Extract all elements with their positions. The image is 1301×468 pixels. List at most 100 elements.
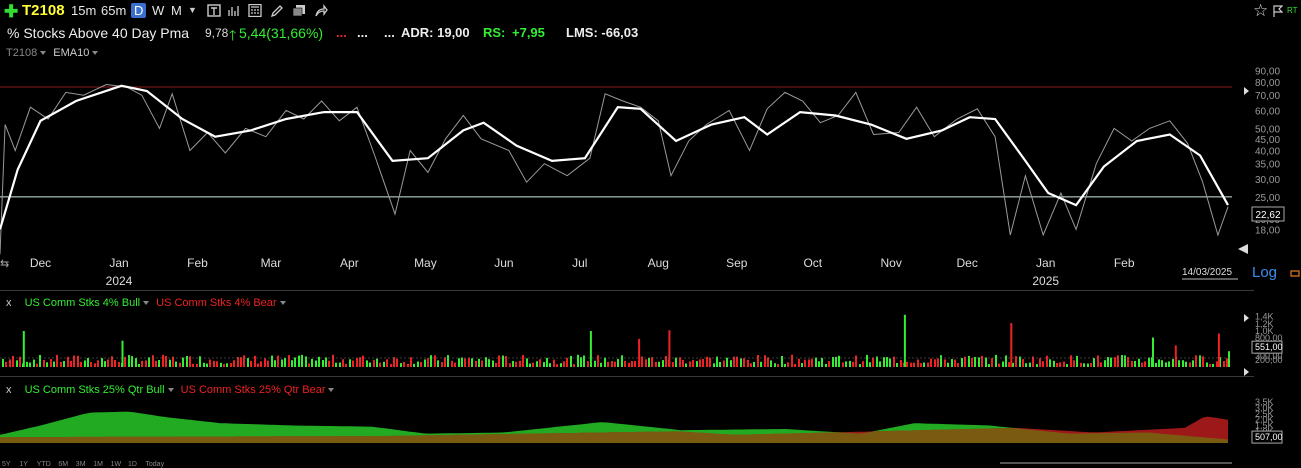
time-range-button[interactable]: 1Y <box>19 461 28 468</box>
axis-settings-icon[interactable]: ⇆ <box>0 258 9 270</box>
share-arrow-icon[interactable] <box>314 4 328 17</box>
pencil-draw-icon[interactable] <box>270 4 284 17</box>
main-y-tick-label: 40,00 <box>1255 147 1280 158</box>
bear-bar <box>910 362 912 367</box>
bear-bar <box>791 354 793 367</box>
bull-bar <box>1155 362 1157 367</box>
t2108-price-series-line <box>0 83 1229 255</box>
bull-bear-25pct-area-chart[interactable]: 3,5K3,0K2,5K2,0K1,5K1,0K507,00 5Y 1Y YTD 6M… <box>0 377 1301 468</box>
bear-bar <box>475 361 477 367</box>
flag-icon[interactable] <box>1273 5 1283 17</box>
bull-bar <box>376 358 378 367</box>
bull-bar <box>46 362 48 367</box>
bull-bar <box>951 359 953 367</box>
bear-bar <box>954 359 956 367</box>
main-x-tick-label: Jun <box>494 256 513 270</box>
price-marker-top-icon <box>1244 87 1249 95</box>
bear-bar <box>743 358 745 367</box>
time-range-button[interactable]: 1D <box>128 461 137 468</box>
bear-bar <box>393 357 395 367</box>
bull-bar <box>662 360 664 367</box>
bear-bar <box>597 355 599 367</box>
bear-bar <box>794 363 796 367</box>
bull-bar <box>621 355 623 367</box>
bull-bar <box>182 357 184 367</box>
bull-bar <box>437 360 439 367</box>
chart-style-icon[interactable] <box>207 4 221 17</box>
bear-bar <box>672 362 674 367</box>
bear-bar <box>723 360 725 367</box>
bear-bar <box>5 361 7 367</box>
time-range-button[interactable]: 1M <box>93 461 103 468</box>
favorite-star-icon[interactable]: ☆ <box>1253 1 1268 21</box>
bull-bar <box>923 362 925 367</box>
bull-bar <box>1134 360 1136 367</box>
bear-bar <box>1195 355 1197 367</box>
timeframe-monthly[interactable]: M <box>171 3 182 18</box>
bull-bar <box>1076 355 1078 367</box>
last-value-label: 22,62 <box>1255 210 1280 221</box>
bear-bar <box>155 360 157 367</box>
bear-bar <box>702 359 704 367</box>
bull-bar <box>947 362 949 367</box>
bear-bar <box>444 357 446 367</box>
layers-icon[interactable] <box>292 4 306 17</box>
bear-bar <box>505 356 507 367</box>
main-x-tick-label: Jan <box>1036 256 1055 270</box>
bull-bar <box>301 354 303 367</box>
main-x-tick-label: Apr <box>340 256 359 270</box>
time-range-button[interactable]: Today <box>145 461 164 468</box>
main-price-chart[interactable]: 90,0080,00 70,00 60,00 50,0045,0040,00 35,00… <box>0 41 1301 291</box>
bear-bar <box>1223 361 1225 367</box>
bull-bar <box>1172 359 1174 367</box>
bull-bar <box>760 361 762 367</box>
timeframe-weekly[interactable]: W <box>152 3 164 18</box>
bear-bar <box>427 358 429 367</box>
bear-bar <box>410 357 412 367</box>
timeframe-65m[interactable]: 65m <box>101 3 126 18</box>
toolbar: ✚ T2108 15m 65m D W M ▼ ☆ RT <box>0 0 1301 22</box>
time-range-button[interactable]: 6M <box>58 461 68 468</box>
timeframe-dropdown-chevron-icon[interactable]: ▼ <box>188 5 197 15</box>
bull-bar <box>719 362 721 367</box>
bar-chart-icon[interactable] <box>227 4 241 17</box>
symbol-name[interactable]: T2108 <box>22 2 65 19</box>
timeframe-daily[interactable]: D <box>131 3 147 18</box>
bear-bar <box>114 360 116 367</box>
bear-bar <box>179 362 181 367</box>
bull-bar <box>33 359 35 367</box>
orange-corner-icon[interactable] <box>1290 270 1300 277</box>
bear-bar <box>563 361 565 367</box>
bull-bar <box>740 358 742 367</box>
bull-bar <box>492 360 494 367</box>
bull-bar <box>1192 360 1194 367</box>
calculator-icon[interactable] <box>248 4 262 17</box>
log-scale-toggle[interactable]: Log <box>1252 264 1277 281</box>
bull-bar <box>369 362 371 367</box>
bear-bar <box>118 361 120 367</box>
bear-bar <box>787 362 789 367</box>
time-range-button[interactable]: 1W <box>111 461 122 468</box>
time-range-button[interactable]: YTD <box>37 461 51 468</box>
time-range-button[interactable]: 3M <box>76 461 86 468</box>
bear-bar <box>328 360 330 367</box>
time-range-button[interactable]: 5Y <box>2 461 11 468</box>
add-symbol-plus-icon[interactable]: ✚ <box>4 2 18 22</box>
bull-bar <box>1029 362 1031 367</box>
bull-bar <box>549 363 551 367</box>
timeframe-15m[interactable]: 15m <box>71 3 96 18</box>
bear-bar <box>141 360 143 367</box>
main-year-label: 2024 <box>106 274 133 288</box>
bull-bar <box>696 361 698 367</box>
bull-bar <box>430 355 432 367</box>
bear-bar <box>56 354 58 367</box>
bull-bar <box>1168 361 1170 367</box>
bull-bar <box>838 355 840 367</box>
bull-bear-4pct-bar-chart[interactable]: 1,4K1,2K1,0K800,00551,00300,00200,00 <box>0 291 1301 376</box>
bear-bar <box>767 357 769 367</box>
bull-bar <box>1110 357 1112 367</box>
area-y-axis: 3,5K3,0K2,5K2,0K1,5K1,0K507,00 <box>1251 397 1283 444</box>
bull-bar <box>84 360 86 367</box>
bear-bar <box>216 361 218 367</box>
bear-bar <box>519 360 521 367</box>
